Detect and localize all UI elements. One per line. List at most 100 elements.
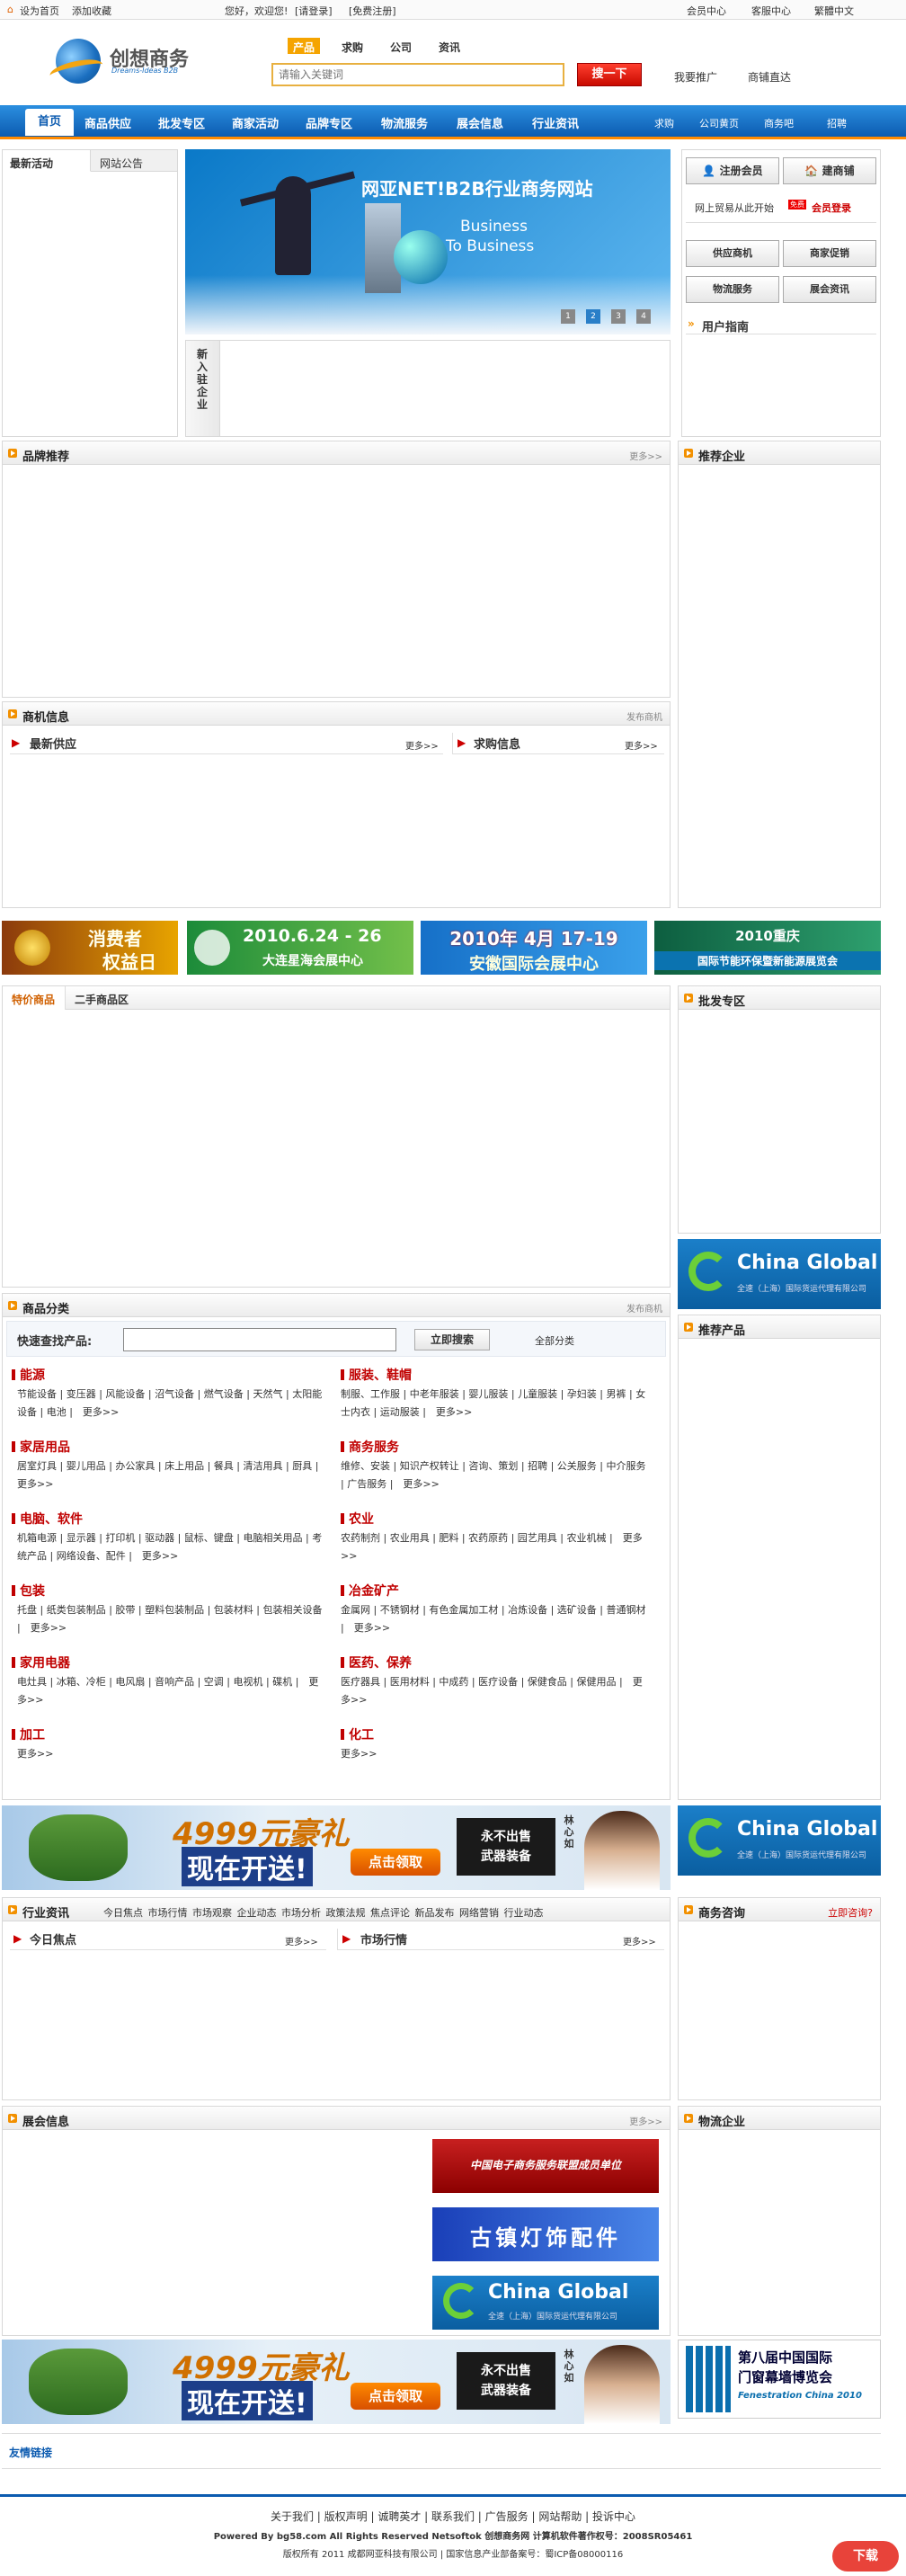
news-tab-analysis[interactable]: 市场分析 [281,1907,321,1919]
search-tab-product[interactable]: 产品 [288,38,321,54]
member-login-link[interactable]: 会员登录 [812,201,851,215]
ad-ecommerce-alliance[interactable]: 中国电子商务服务联盟成员单位 [432,2139,659,2193]
news-tab-comment[interactable]: 焦点评论 [370,1907,410,1919]
shop-direct-link[interactable]: 商铺直达 [748,69,791,85]
logistics-service-button[interactable]: 物流服务 [686,276,779,303]
game-claim-button-2[interactable]: 点击领取 [351,2383,440,2410]
ad-fenestration[interactable]: 第八届中国国际 门窗幕墙博览会 Fenestration China 2010 [678,2340,881,2419]
news-tab-industry[interactable]: 行业动态 [504,1907,544,1919]
tab-site-notice[interactable]: 网站公告 [100,156,143,171]
consult-now-link[interactable]: 立即咨询? [828,1905,873,1920]
ad-anhui-expo[interactable]: 2010年 4月 17-19 安徽国际会展中心 [421,921,647,975]
search-tab-news[interactable]: 资讯 [433,38,466,54]
nav-activity[interactable]: 商家活动 [232,114,279,131]
tab-special-goods[interactable]: 特价商品 [12,992,55,1007]
news-tab-today[interactable]: 今日焦点 [103,1907,143,1919]
game-claim-button[interactable]: 点击领取 [351,1849,440,1876]
search-tab-company[interactable]: 公司 [385,38,417,54]
news-tab-marketing[interactable]: 网络营销 [459,1907,499,1919]
search-tab-buy[interactable]: 求购 [336,38,369,54]
cat-home-title[interactable]: 家居用品 [12,1438,70,1456]
tab-latest-activity[interactable]: 最新活动 [10,156,53,171]
quick-search-button[interactable]: 立即搜索 [414,1329,490,1350]
cat-agri-title[interactable]: 农业 [341,1510,374,1528]
buy-more-link[interactable]: 更多>> [625,738,658,752]
cat-computer-title[interactable]: 电脑、软件 [12,1510,83,1528]
cat-apparel-title[interactable]: 服装、鞋帽 [341,1366,412,1384]
cat-energy-items[interactable]: 节能设备 | 变压器 | 风能设备 | 沼气设备 | 燃气设备 | 天然气 | … [17,1386,323,1422]
banner-page-1[interactable]: 1 [561,309,575,324]
cat-metal-items[interactable]: 金属网 | 不锈钢材 | 有色金属加工材 | 冶炼设备 | 选矿设备 | 普通钢… [341,1601,646,1637]
ad-game-2[interactable]: 4999元豪礼 现在开送! 点击领取 永不出售 武器装备 林心如 [2,2340,671,2424]
footer-links[interactable]: 关于我们 | 版权声明 | 诚聘英才 | 联系我们 | 广告服务 | 网站帮助 … [0,2509,906,2524]
cat-home-items[interactable]: 居室灯具 | 婴儿用品 | 办公家具 | 床上用品 | 餐具 | 清洁用具 | … [17,1457,328,1493]
cat-business-title[interactable]: 商务服务 [341,1438,399,1456]
nav-sub-jobs[interactable]: 招聘 [827,116,847,130]
cat-appliance-items[interactable]: 电灶具 | 冰箱、冷柜 | 电风扇 | 音响产品 | 空调 | 电视机 | 碟机… [17,1673,323,1709]
cat-chem-title[interactable]: 化工 [341,1725,374,1743]
nav-expo[interactable]: 展会信息 [457,114,503,131]
cat-apparel-items[interactable]: 制服、工作服 | 中老年服装 | 婴儿服装 | 儿童服装 | 孕妇装 | 男裤 … [341,1386,646,1422]
banner-page-3[interactable]: 3 [611,309,626,324]
ad-consumer-day[interactable]: 消费者 权益日 [2,921,178,975]
quick-find-input[interactable] [123,1328,396,1351]
nav-news[interactable]: 行业资讯 [532,114,579,131]
news-tabs[interactable]: 今日焦点 市场行情 市场观察 企业动态 市场分析 政策法规 焦点评论 新品发布 … [103,1905,544,1920]
cat-process-title[interactable]: 加工 [12,1725,45,1743]
nav-brand[interactable]: 品牌专区 [306,114,352,131]
news-tab-observe[interactable]: 市场观察 [192,1907,232,1919]
brand-more-link[interactable]: 更多>> [629,449,662,462]
nav-sub-buy[interactable]: 求购 [654,116,674,130]
ad-dalian-expo[interactable]: 2010.6.24 - 26 大连星海会展中心 [187,921,413,975]
nav-logistics[interactable]: 物流服务 [381,114,428,131]
member-center-link[interactable]: 会员中心 [687,4,726,18]
supply-opportunity-button[interactable]: 供应商机 [686,240,779,267]
search-input[interactable] [271,63,564,86]
cat-medical-title[interactable]: 医药、保养 [341,1653,412,1671]
traditional-chinese-link[interactable]: 繁體中文 [814,4,854,18]
news-tab-enterprise[interactable]: 企业动态 [237,1907,277,1919]
banner-page-4[interactable]: 4 [636,309,651,324]
news-tab-policy[interactable]: 政策法规 [326,1907,366,1919]
hero-banner[interactable]: 网亚NET!B2B行业商务网站 Business To Business 1 2… [185,149,671,334]
cat-appliance-title[interactable]: 家用电器 [12,1653,70,1671]
cat-metal-title[interactable]: 冶金矿产 [341,1582,399,1600]
banner-page-2[interactable]: 2 [586,309,600,324]
post-biz-link[interactable]: 发布商机 [626,709,662,723]
nav-home[interactable]: 首页 [25,109,74,136]
ad-china-global-1[interactable]: China Global 全速（上海）国际货运代理有限公司 [678,1239,881,1309]
today-more-link[interactable]: 更多>> [285,1934,318,1948]
supply-more-link[interactable]: 更多>> [405,738,439,752]
nav-supply[interactable]: 商品供应 [84,114,131,131]
cat-computer-items[interactable]: 机箱电源 | 显示器 | 打印机 | 驱动器 | 鼠标、键盘 | 电脑相关用品 … [17,1529,323,1565]
cat-agri-items[interactable]: 农药制剂 | 农业用具 | 肥料 | 农药原药 | 园艺用具 | 农业机械 | … [341,1529,646,1565]
expo-info-button[interactable]: 展会资讯 [783,276,876,303]
cat-chem-items[interactable]: 更多>> [341,1745,646,1763]
nav-wholesale[interactable]: 批发专区 [158,114,205,131]
all-categories-link[interactable]: 全部分类 [535,1333,574,1348]
register-member-button[interactable]: 👤 注册会员 [686,157,779,184]
create-shop-button[interactable]: 🏠 建商铺 [783,157,876,184]
nav-sub-bar[interactable]: 商务吧 [764,116,794,130]
service-center-link[interactable]: 客服中心 [751,4,791,18]
set-home-link[interactable]: 设为首页 [20,4,59,18]
cat-energy-title[interactable]: 能源 [12,1366,45,1384]
market-more-link[interactable]: 更多>> [623,1934,656,1948]
ad-lighting-parts[interactable]: 古镇灯饰配件 [432,2207,659,2261]
cat-business-items[interactable]: 维修、安装 | 知识产权转让 | 咨询、策划 | 招聘 | 公关服务 | 中介服… [341,1457,646,1493]
nav-sub-yellowpage[interactable]: 公司黄页 [699,116,739,130]
cat-medical-items[interactable]: 医疗器具 | 医用材料 | 中成药 | 医疗设备 | 保健食品 | 保健用品 |… [341,1673,646,1709]
register-link[interactable]: [免费注册] [349,4,396,18]
search-button[interactable]: 搜一下 [577,63,642,86]
tab-second-hand[interactable]: 二手商品区 [75,992,129,1007]
cat-package-items[interactable]: 托盘 | 纸类包装制品 | 胶带 | 塑料包装制品 | 包装材料 | 包装相关设… [17,1601,323,1637]
add-favorite-link[interactable]: 添加收藏 [72,4,111,18]
ad-china-global-3[interactable]: China Global 全速（上海）国际货运代理有限公司 [432,2276,659,2330]
login-link[interactable]: [请登录] [295,4,333,18]
ad-game-1[interactable]: 4999元豪礼 现在开送! 点击领取 永不出售 武器装备 林心如 [2,1805,671,1890]
ad-chongqing-expo[interactable]: 2010重庆 国际节能环保暨新能源展览会 [654,921,881,975]
goods-post-link[interactable]: 发布商机 [626,1301,662,1315]
news-tab-market[interactable]: 市场行情 [148,1907,188,1919]
cat-package-title[interactable]: 包装 [12,1582,45,1600]
ad-china-global-2[interactable]: China Global 全速（上海）国际货运代理有限公司 [678,1805,881,1876]
